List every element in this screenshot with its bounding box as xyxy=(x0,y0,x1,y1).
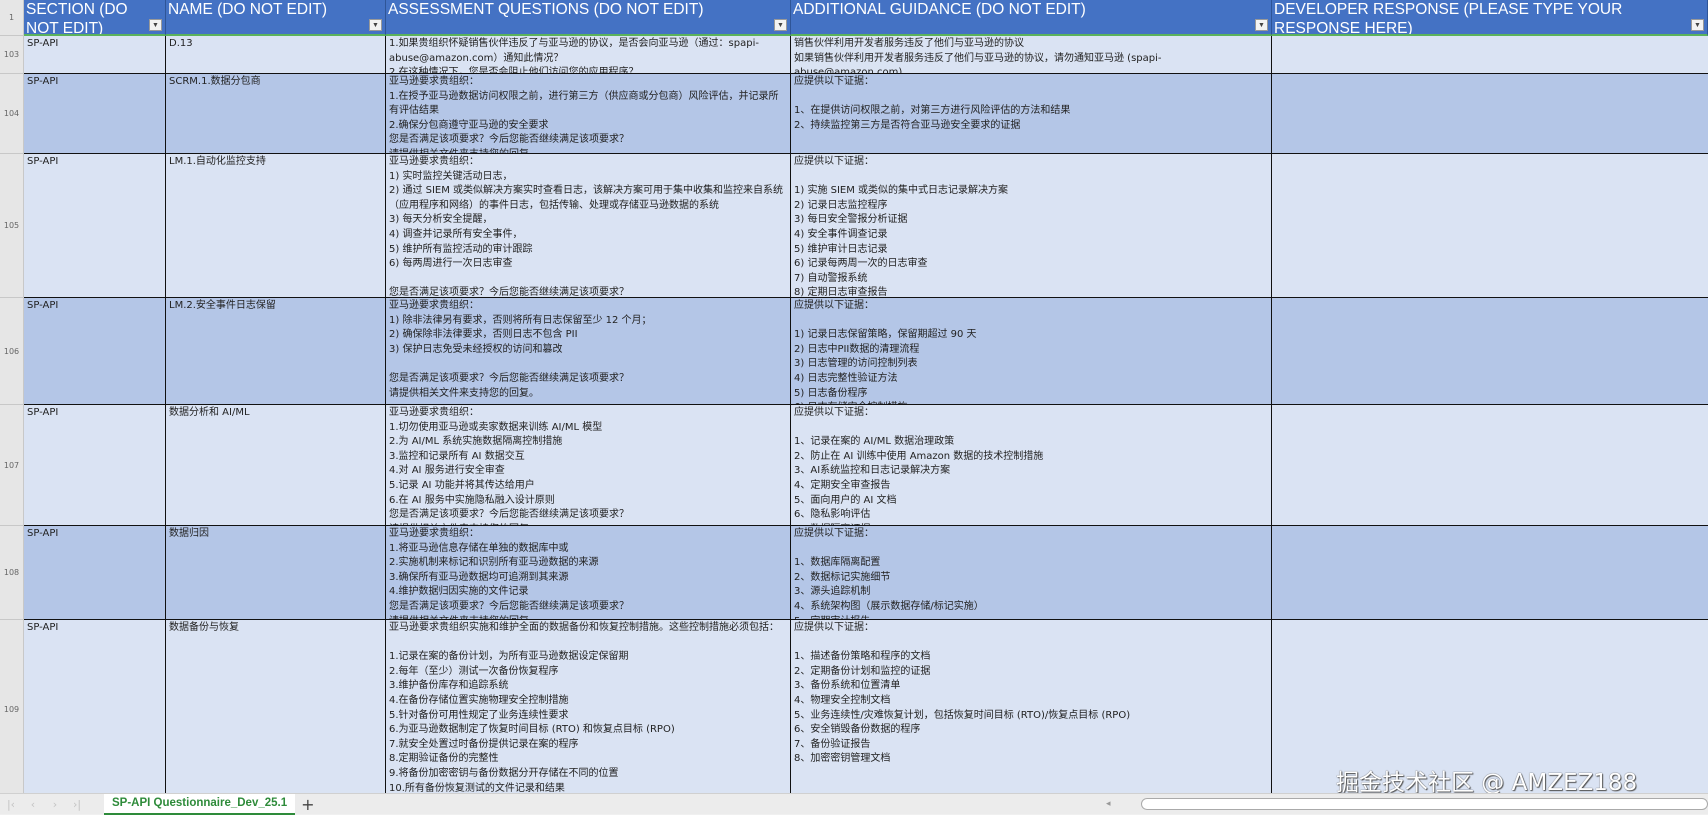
question-cell[interactable]: 1.如果贵组织怀疑销售伙伴违反了与亚马逊的协议，是否会向亚马逊（通过：spapi… xyxy=(386,36,791,74)
section-cell[interactable]: SP-API xyxy=(24,620,166,793)
guidance-cell[interactable]: 应提供以下证据： 1、记录在案的 AI/ML 数据治理政策 2、防止在 AI 训… xyxy=(791,405,1272,526)
name-cell[interactable]: 数据归因 xyxy=(166,526,386,620)
guidance-cell[interactable]: 应提供以下证据： 1、在提供访问权限之前，对第三方进行风险评估的方法和结果 2、… xyxy=(791,74,1272,154)
header-questions[interactable]: ASSESSMENT QUESTIONS (DO NOT EDIT) ▼ xyxy=(386,0,791,36)
response-cell[interactable] xyxy=(1272,405,1708,526)
filter-dropdown-icon[interactable]: ▼ xyxy=(774,19,787,31)
spreadsheet-grid: 1 SECTION (DO NOT EDIT) ▼ NAME (DO NOT ED… xyxy=(0,0,1708,793)
row-number[interactable]: 1 xyxy=(0,0,24,36)
question-cell[interactable]: 亚马逊要求贵组织实施和维护全面的数据备份和恢复控制措施。这些控制措施必须包括： … xyxy=(386,620,791,793)
row-number[interactable]: 106 xyxy=(0,298,24,405)
response-cell[interactable] xyxy=(1272,298,1708,405)
scroll-left-icon[interactable]: ◂ xyxy=(1106,799,1111,809)
header-response[interactable]: DEVELOPER RESPONSE (PLEASE TYPE YOUR RES… xyxy=(1272,0,1708,36)
question-cell[interactable]: 亚马逊要求贵组织： 1.将亚马逊信息存储在单独的数据库中或 2.实施机制来标记和… xyxy=(386,526,791,620)
table-row: 107 SP-API 数据分析和 AI/ML 亚马逊要求贵组织： 1.切勿使用亚马逊或… xyxy=(0,405,1708,526)
last-sheet-icon[interactable]: ›| xyxy=(66,798,88,811)
question-cell[interactable]: 亚马逊要求贵组织： 1) 实时监控关键活动日志， 2) 通过 SIEM 或类似解… xyxy=(386,154,791,298)
header-label: SECTION (DO NOT EDIT) xyxy=(26,1,128,36)
header-label: DEVELOPER RESPONSE (PLEASE TYPE YOUR RES… xyxy=(1274,1,1623,36)
row-number[interactable]: 108 xyxy=(0,526,24,620)
question-cell[interactable]: 亚马逊要求贵组织： 1.切勿使用亚马逊或卖家数据来训练 AI/ML 模型 2.为… xyxy=(386,405,791,526)
section-cell[interactable]: SP-API xyxy=(24,74,166,154)
row-number[interactable]: 103 xyxy=(0,36,24,74)
header-guidance[interactable]: ADDITIONAL GUIDANCE (DO NOT EDIT) ▼ xyxy=(791,0,1272,36)
question-cell[interactable]: 亚马逊要求贵组织： 1.在授予亚马逊数据访问权限之前，进行第三方（供应商或分包商… xyxy=(386,74,791,154)
scrollbar-thumb[interactable] xyxy=(1140,798,1708,810)
filter-dropdown-icon[interactable]: ▼ xyxy=(1255,19,1268,31)
section-cell[interactable]: SP-API xyxy=(24,298,166,405)
name-cell[interactable]: 数据备份与恢复 xyxy=(166,620,386,793)
section-cell[interactable]: SP-API xyxy=(24,405,166,526)
header-name[interactable]: NAME (DO NOT EDIT) ▼ xyxy=(166,0,386,36)
header-section[interactable]: SECTION (DO NOT EDIT) ▼ xyxy=(24,0,166,36)
response-cell[interactable] xyxy=(1272,74,1708,154)
table-row: 106 SP-API LM.2.安全事件日志保留 亚马逊要求贵组织： 1) 除非法律另… xyxy=(0,298,1708,405)
table-row: 104 SP-API SCRM.1.数据分包商 亚马逊要求贵组织： 1.在授予亚马逊数… xyxy=(0,74,1708,154)
guidance-cell[interactable]: 应提供以下证据： 1) 记录日志保留策略，保留期超过 90 天 2) 日志中PI… xyxy=(791,298,1272,405)
question-cell[interactable]: 亚马逊要求贵组织： 1) 除非法律另有要求，否则将所有日志保留至少 12 个月；… xyxy=(386,298,791,405)
header-row: 1 SECTION (DO NOT EDIT) ▼ NAME (DO NOT ED… xyxy=(0,0,1708,36)
response-cell[interactable] xyxy=(1272,36,1708,74)
response-cell[interactable] xyxy=(1272,154,1708,298)
header-label: ADDITIONAL GUIDANCE (DO NOT EDIT) xyxy=(793,1,1086,18)
guidance-cell[interactable]: 销售伙伴利用开发者服务违反了他们与亚马逊的协议 如果销售伙伴利用开发者服务违反了… xyxy=(791,36,1272,74)
filter-dropdown-icon[interactable]: ▼ xyxy=(1691,19,1704,31)
section-cell[interactable]: SP-API xyxy=(24,526,166,620)
name-cell[interactable]: D.13 xyxy=(166,36,386,74)
row-number[interactable]: 104 xyxy=(0,74,24,154)
first-sheet-icon[interactable]: |‹ xyxy=(0,798,22,811)
name-cell[interactable]: LM.1.自动化监控支持 xyxy=(166,154,386,298)
table-row: 105 SP-API LM.1.自动化监控支持 亚马逊要求贵组织： 1) 实时监控关键… xyxy=(0,154,1708,298)
watermark: 掘金技术社区 @ AMZEZ188 xyxy=(1336,770,1638,796)
section-cell[interactable]: SP-API xyxy=(24,36,166,74)
guidance-cell[interactable]: 应提供以下证据： 1、描述备份策略和程序的文档 2、定期备份计划和监控的证据 3… xyxy=(791,620,1272,793)
filter-dropdown-icon[interactable]: ▼ xyxy=(369,19,382,31)
next-sheet-icon[interactable]: › xyxy=(44,798,66,811)
guidance-cell[interactable]: 应提供以下证据： 1、数据库隔离配置 2、数据标记实施细节 3、源头追踪机制 4… xyxy=(791,526,1272,620)
table-row: 103 SP-API D.13 1.如果贵组织怀疑销售伙伴违反了与亚马逊的协议，是否会… xyxy=(0,36,1708,74)
header-label: ASSESSMENT QUESTIONS (DO NOT EDIT) xyxy=(388,1,704,18)
name-cell[interactable]: LM.2.安全事件日志保留 xyxy=(166,298,386,405)
name-cell[interactable]: 数据分析和 AI/ML xyxy=(166,405,386,526)
filter-dropdown-icon[interactable]: ▼ xyxy=(149,19,162,31)
prev-sheet-icon[interactable]: ‹ xyxy=(22,798,44,811)
table-row: 108 SP-API 数据归因 亚马逊要求贵组织： 1.将亚马逊信息存储在单独的数据库… xyxy=(0,526,1708,620)
horizontal-scrollbar[interactable]: ◂ xyxy=(1102,797,1708,811)
response-cell[interactable] xyxy=(1272,526,1708,620)
guidance-cell[interactable]: 应提供以下证据： 1) 实施 SIEM 或类似的集中式日志记录解决方案 2) 记… xyxy=(791,154,1272,298)
section-cell[interactable]: SP-API xyxy=(24,154,166,298)
row-number[interactable]: 105 xyxy=(0,154,24,298)
row-number[interactable]: 107 xyxy=(0,405,24,526)
add-sheet-button[interactable]: + xyxy=(301,795,314,814)
name-cell[interactable]: SCRM.1.数据分包商 xyxy=(166,74,386,154)
row-number[interactable]: 109 xyxy=(0,620,24,793)
header-label: NAME (DO NOT EDIT) xyxy=(168,1,328,18)
sheet-tab[interactable]: SP-API Questionnaire_Dev_25.1 xyxy=(104,793,296,815)
